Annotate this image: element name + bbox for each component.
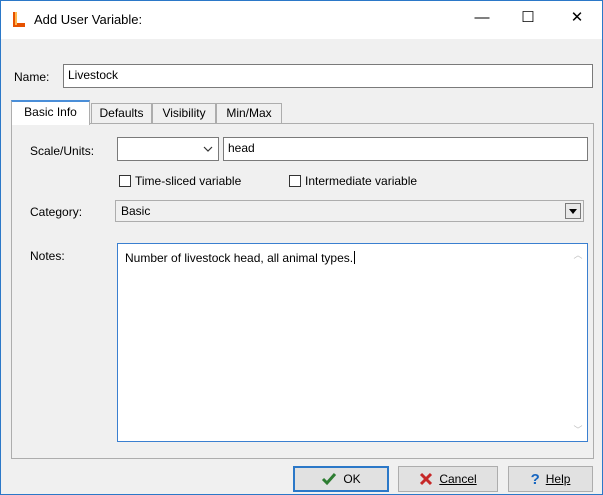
notes-value: Number of livestock head, all animal typ… — [125, 251, 354, 265]
tab-basic-info[interactable]: Basic Info — [11, 100, 90, 125]
time-sliced-checkbox-box[interactable] — [119, 175, 131, 187]
notes-text: Number of livestock head, all animal typ… — [125, 251, 356, 265]
ok-button[interactable]: OK — [293, 466, 389, 492]
help-label: Help — [545, 472, 571, 486]
intermediate-label: Intermediate variable — [305, 174, 418, 188]
tab-min-max[interactable]: Min/Max — [216, 103, 282, 123]
scale-select[interactable] — [117, 137, 219, 161]
ok-label: OK — [343, 472, 361, 486]
category-value: Basic — [121, 204, 151, 218]
dropdown-arrow-icon — [569, 208, 577, 214]
close-button[interactable]: ✕ — [554, 1, 600, 33]
notes-label: Notes: — [30, 249, 65, 263]
title-bar: Add User Variable: — ☐ ✕ — [1, 1, 602, 39]
scale-units-label: Scale/Units: — [30, 144, 95, 158]
tab-defaults[interactable]: Defaults — [91, 103, 152, 123]
app-logo-icon — [13, 12, 25, 27]
help-question-icon: ? — [530, 470, 540, 488]
maximize-icon: ☐ — [521, 9, 535, 26]
window-title: Add User Variable: — [34, 12, 143, 27]
help-button[interactable]: ? Help — [508, 466, 593, 492]
maximize-button[interactable]: ☐ — [505, 1, 551, 33]
category-label: Category: — [30, 205, 83, 219]
units-input[interactable]: head — [223, 137, 588, 161]
time-sliced-label: Time-sliced variable — [135, 174, 242, 188]
intermediate-checkbox-box[interactable] — [289, 175, 301, 187]
scroll-down-icon[interactable]: ﹀ — [573, 426, 583, 435]
chevron-down-icon — [203, 146, 213, 152]
checkmark-icon — [322, 473, 337, 486]
text-caret — [354, 251, 356, 264]
close-icon: ✕ — [570, 9, 584, 26]
cancel-button[interactable]: Cancel — [398, 466, 498, 492]
tab-visibility[interactable]: Visibility — [152, 103, 216, 123]
name-input[interactable]: Livestock — [63, 64, 593, 88]
cancel-label: Cancel — [439, 472, 477, 486]
category-select[interactable]: Basic — [115, 200, 584, 222]
minimize-button[interactable]: — — [459, 1, 505, 33]
name-label: Name: — [14, 70, 50, 84]
cancel-x-icon — [420, 472, 433, 486]
category-dropdown-button[interactable] — [565, 203, 581, 219]
scroll-up-icon[interactable]: ︿ — [573, 251, 583, 260]
minimize-icon: — — [474, 8, 490, 26]
notes-textarea[interactable]: Number of livestock head, all animal typ… — [117, 243, 588, 442]
add-user-variable-dialog: Add User Variable: — ☐ ✕ Name: Livestock… — [0, 0, 603, 495]
time-sliced-checkbox[interactable]: Time-sliced variable — [119, 174, 241, 188]
intermediate-checkbox[interactable]: Intermediate variable — [289, 174, 417, 188]
